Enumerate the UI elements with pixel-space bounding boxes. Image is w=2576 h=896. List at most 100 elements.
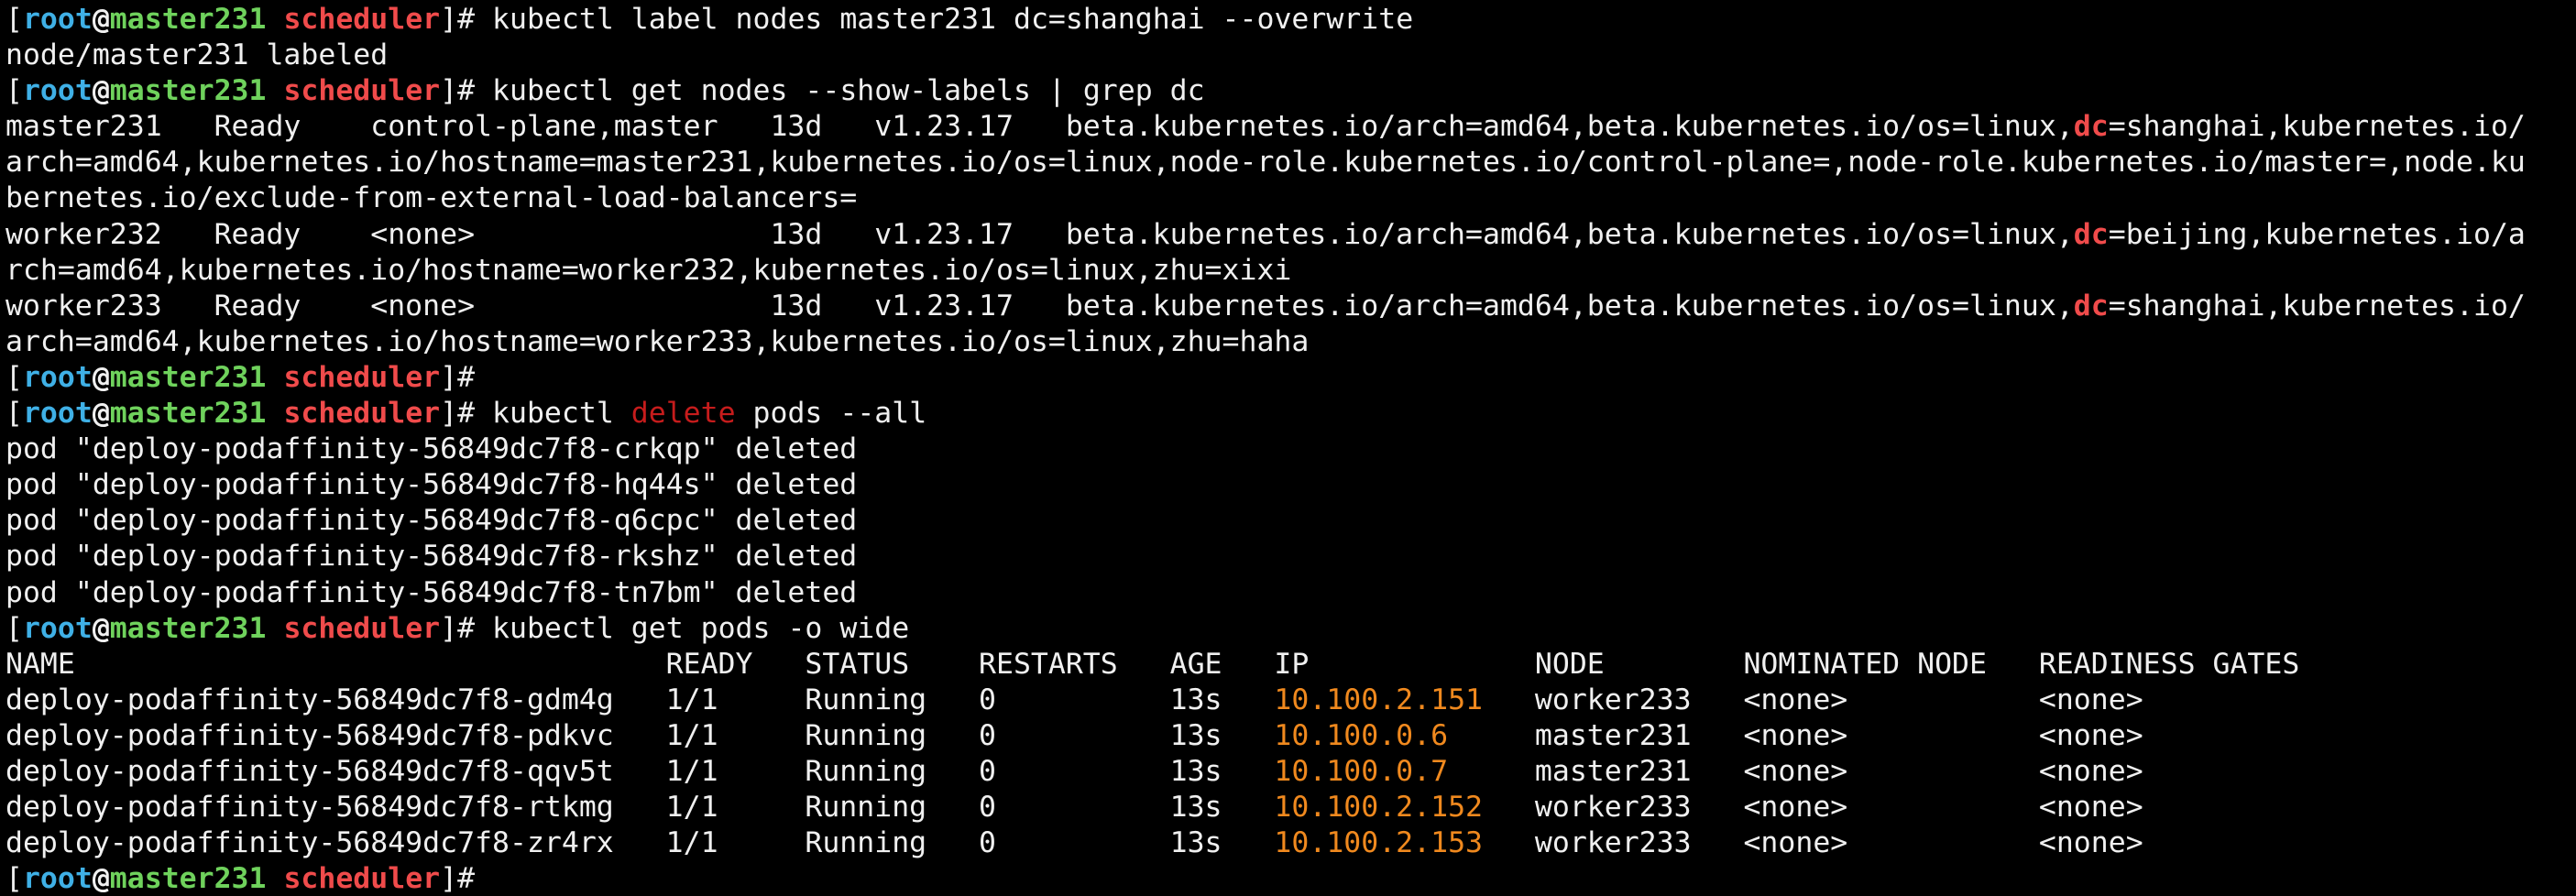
prompt-dir: scheduler bbox=[283, 397, 441, 431]
output-text: =shanghai,kubernetes.io/ bbox=[2108, 110, 2526, 144]
prompt-bracket bbox=[266, 397, 283, 430]
output-text: pod "deploy-podaffinity-56849dc7f8-tn7bm… bbox=[5, 575, 858, 609]
command-text: kubectl label nodes master231 dc=shangha… bbox=[475, 3, 1414, 36]
prompt-bracket: ]# bbox=[440, 611, 476, 645]
terminal-line: pod "deploy-podaffinity-56849dc7f8-crkqp… bbox=[5, 432, 2576, 467]
prompt-bracket bbox=[266, 3, 283, 36]
pod-ip: 10.100.2.152 bbox=[1274, 791, 1483, 825]
prompt-user: root bbox=[22, 360, 93, 394]
prompt-bracket bbox=[266, 612, 283, 645]
prompt-bracket: ]# bbox=[440, 397, 476, 431]
output-text: NAME READY STATUS RESTARTS AGE IP NODE N… bbox=[5, 647, 2300, 681]
output-text: deploy-podaffinity-56849dc7f8-pdkvc 1/1 … bbox=[5, 718, 1275, 752]
output-text: rch=amd64,kubernetes.io/hostname=worker2… bbox=[5, 253, 1292, 287]
grep-match: dc bbox=[2073, 289, 2109, 322]
command-keyword-delete: delete bbox=[630, 397, 736, 431]
prompt-bracket: [ bbox=[5, 74, 23, 108]
command-text: kubectl get nodes --show-labels | grep d… bbox=[475, 74, 1205, 108]
terminal-line: rch=amd64,kubernetes.io/hostname=worker2… bbox=[5, 253, 2576, 289]
output-text: =beijing,kubernetes.io/a bbox=[2108, 217, 2526, 251]
terminal-line: node/master231 labeled bbox=[5, 38, 2576, 73]
prompt-bracket: [ bbox=[5, 397, 23, 431]
prompt-dir: scheduler bbox=[283, 74, 441, 108]
prompt-bracket bbox=[266, 74, 283, 107]
grep-match: dc bbox=[2073, 110, 2109, 144]
output-text: =shanghai,kubernetes.io/ bbox=[2108, 289, 2526, 322]
pod-ip: 10.100.0.7 bbox=[1274, 754, 1449, 788]
output-text: master231 <none> <none> bbox=[1448, 754, 2143, 788]
prompt-user: root bbox=[22, 611, 93, 645]
command-text: kubectl get pods -o wide bbox=[475, 611, 910, 645]
terminal-line: [root@master231 scheduler]# kubectl get … bbox=[5, 611, 2576, 647]
prompt-host: master231 bbox=[109, 3, 267, 36]
prompt-bracket: ]# bbox=[440, 3, 476, 36]
prompt-at: @ bbox=[92, 3, 110, 36]
terminal-window[interactable]: [root@master231 scheduler]# kubectl labe… bbox=[0, 0, 2576, 896]
prompt-host: master231 bbox=[109, 862, 267, 896]
prompt-dir: scheduler bbox=[283, 862, 441, 896]
output-text: pod "deploy-podaffinity-56849dc7f8-hq44s… bbox=[5, 468, 858, 502]
terminal-line: worker232 Ready <none> 13d v1.23.17 beta… bbox=[5, 217, 2576, 253]
prompt-host: master231 bbox=[109, 611, 267, 645]
command-text: kubectl bbox=[475, 397, 631, 431]
output-text: deploy-podaffinity-56849dc7f8-qqv5t 1/1 … bbox=[5, 754, 1275, 788]
terminal-line: pod "deploy-podaffinity-56849dc7f8-hq44s… bbox=[5, 467, 2576, 503]
prompt-bracket: [ bbox=[5, 3, 23, 36]
pod-ip: 10.100.2.151 bbox=[1274, 683, 1483, 716]
prompt-at: @ bbox=[92, 74, 110, 108]
prompt-dir: scheduler bbox=[283, 611, 441, 645]
prompt-host: master231 bbox=[109, 74, 267, 108]
prompt-host: master231 bbox=[109, 397, 267, 431]
terminal-line: deploy-podaffinity-56849dc7f8-zr4rx 1/1 … bbox=[5, 825, 2576, 861]
output-text: node/master231 labeled bbox=[5, 38, 389, 72]
output-text: pod "deploy-podaffinity-56849dc7f8-q6cpc… bbox=[5, 504, 858, 538]
terminal-line: arch=amd64,kubernetes.io/hostname=worker… bbox=[5, 324, 2576, 360]
output-text: worker233 Ready <none> 13d v1.23.17 beta… bbox=[5, 289, 2074, 322]
terminal-line: pod "deploy-podaffinity-56849dc7f8-rkshz… bbox=[5, 539, 2576, 574]
output-text: worker233 <none> <none> bbox=[1483, 791, 2143, 825]
terminal-line: deploy-podaffinity-56849dc7f8-pdkvc 1/1 … bbox=[5, 718, 2576, 754]
output-text: master231 <none> <none> bbox=[1448, 718, 2143, 752]
prompt-host: master231 bbox=[109, 360, 267, 394]
prompt-bracket bbox=[266, 862, 283, 895]
prompt-dir: scheduler bbox=[283, 360, 441, 394]
terminal-line: [root@master231 scheduler]# bbox=[5, 861, 2576, 896]
terminal-line: arch=amd64,kubernetes.io/hostname=master… bbox=[5, 145, 2576, 180]
terminal-line: deploy-podaffinity-56849dc7f8-qqv5t 1/1 … bbox=[5, 754, 2576, 790]
prompt-at: @ bbox=[92, 397, 110, 431]
output-text: pod "deploy-podaffinity-56849dc7f8-crkqp… bbox=[5, 432, 858, 466]
terminal-line: [root@master231 scheduler]# kubectl labe… bbox=[5, 2, 2576, 38]
terminal-line: pod "deploy-podaffinity-56849dc7f8-q6cpc… bbox=[5, 503, 2576, 539]
prompt-at: @ bbox=[92, 360, 110, 394]
output-text: worker232 Ready <none> 13d v1.23.17 beta… bbox=[5, 217, 2074, 251]
command-text: pods --all bbox=[735, 397, 927, 431]
terminal-line: deploy-podaffinity-56849dc7f8-gdm4g 1/1 … bbox=[5, 683, 2576, 718]
output-text: worker233 <none> <none> bbox=[1483, 826, 2143, 860]
output-text: master231 Ready control-plane,master 13d… bbox=[5, 110, 2074, 144]
prompt-user: root bbox=[22, 862, 93, 896]
terminal-line: pod "deploy-podaffinity-56849dc7f8-tn7bm… bbox=[5, 575, 2576, 611]
output-text: worker233 <none> <none> bbox=[1483, 683, 2143, 716]
prompt-at: @ bbox=[92, 611, 110, 645]
terminal-line: [root@master231 scheduler]# kubectl get … bbox=[5, 73, 2576, 109]
prompt-bracket: ]# bbox=[440, 862, 476, 896]
terminal-line: worker233 Ready <none> 13d v1.23.17 beta… bbox=[5, 289, 2576, 324]
prompt-bracket: [ bbox=[5, 360, 23, 394]
pod-ip: 10.100.2.153 bbox=[1274, 826, 1483, 860]
output-text: arch=amd64,kubernetes.io/hostname=worker… bbox=[5, 324, 1310, 358]
output-text: arch=amd64,kubernetes.io/hostname=master… bbox=[5, 146, 2526, 180]
prompt-bracket: [ bbox=[5, 862, 23, 896]
prompt-bracket bbox=[266, 361, 283, 394]
output-text: deploy-podaffinity-56849dc7f8-zr4rx 1/1 … bbox=[5, 826, 1275, 860]
pod-ip: 10.100.0.6 bbox=[1274, 718, 1449, 752]
prompt-at: @ bbox=[92, 862, 110, 896]
output-text: deploy-podaffinity-56849dc7f8-rtkmg 1/1 … bbox=[5, 791, 1275, 825]
terminal-line: NAME READY STATUS RESTARTS AGE IP NODE N… bbox=[5, 647, 2576, 683]
terminal-line: [root@master231 scheduler]# kubectl dele… bbox=[5, 396, 2576, 432]
prompt-user: root bbox=[22, 397, 93, 431]
terminal-line: bernetes.io/exclude-from-external-load-b… bbox=[5, 180, 2576, 216]
grep-match: dc bbox=[2073, 217, 2109, 251]
terminal-line: [root@master231 scheduler]# bbox=[5, 360, 2576, 396]
prompt-bracket: [ bbox=[5, 611, 23, 645]
prompt-bracket: ]# bbox=[440, 360, 476, 394]
